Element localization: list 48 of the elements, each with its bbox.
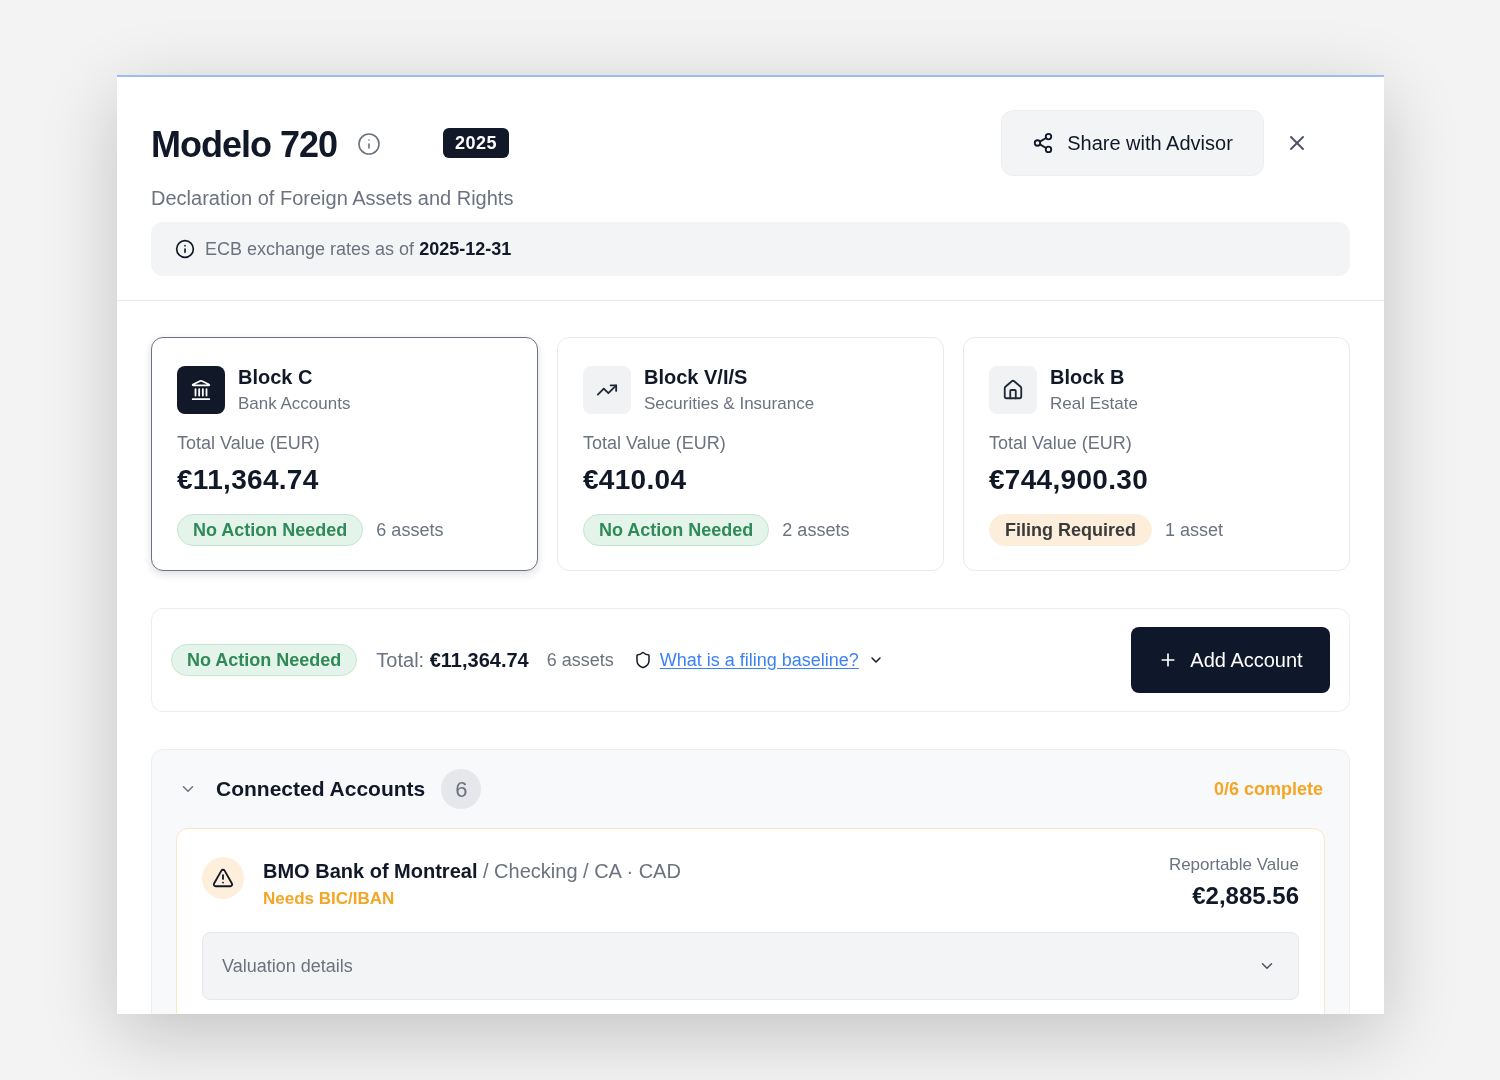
status-badge: No Action Needed [177,514,364,546]
notice-text: ECB exchange rates as of 2025-12-31 [205,237,512,261]
block-title: Block B [1050,365,1126,389]
shield-icon [633,651,652,669]
asset-count: 2 assets [782,518,850,542]
share-button[interactable]: Share with Advisor [1001,110,1264,176]
block-value: €744,900.30 [989,463,1149,497]
asset-count: 1 asset [1165,518,1224,542]
info-button[interactable] [357,132,382,156]
block-card[interactable]: Block V/I/S Securities & Insurance Total Value (EUR) €410.04 No Action Needed 2 assets [557,337,944,571]
value-label: Total Value (EUR) [583,432,727,455]
block-subtitle: Securities & Insurance [644,393,815,415]
block-card[interactable]: Block C Bank Accounts Total Value (EUR) €11,364.74 No Action Needed 6 assets [151,337,538,571]
progress-text: 0/6 complete [1213,777,1323,801]
help-link[interactable]: What is a filing baseline? [659,646,859,674]
account-name: BMO Bank of Montreal / Checking / CA · CAD [263,859,682,884]
section-title: Connected Accounts [216,776,426,803]
dialog-title: Modelo 720 [151,123,338,167]
info-icon [357,132,382,156]
valuation-details-toggle[interactable]: Valuation details [202,932,1299,1000]
value-label: Reportable Value [1168,854,1299,876]
add-account-button[interactable]: Add Account [1131,627,1330,693]
account-issue: Needs BIC/IBAN [263,888,396,910]
block-title: Block V/I/S [644,365,749,389]
block-subtitle: Real Estate [1050,393,1138,415]
block-value: €410.04 [583,463,688,497]
bank-icon [177,366,225,414]
share-icon [1032,132,1055,154]
status-badge: Filing Required [989,514,1152,546]
total-text: Total: €11,364.74 [376,648,529,673]
count-badge: 6 [441,769,482,809]
value-label: Total Value (EUR) [177,432,321,455]
house-icon [989,366,1037,414]
block-card[interactable]: Block B Real Estate Total Value (EUR) €744,900.30 Filing Required 1 asset [963,337,1350,571]
account-value: €2,885.56 [1192,881,1299,911]
status-badge: No Action Needed [583,514,770,546]
info-icon [175,239,195,259]
block-title: Block C [238,365,314,389]
block-value: €11,364.74 [177,463,320,497]
trend-up-icon [583,366,631,414]
asset-count: 6 assets [546,648,614,672]
year-badge: 2025 [443,128,510,158]
block-subtitle: Bank Accounts [238,393,351,415]
dialog-subtitle: Declaration of Foreign Assets and Rights [151,186,515,211]
status-badge: No Action Needed [171,644,358,676]
warning-icon [202,857,244,899]
value-label: Total Value (EUR) [989,432,1133,455]
asset-count: 6 assets [376,518,444,542]
